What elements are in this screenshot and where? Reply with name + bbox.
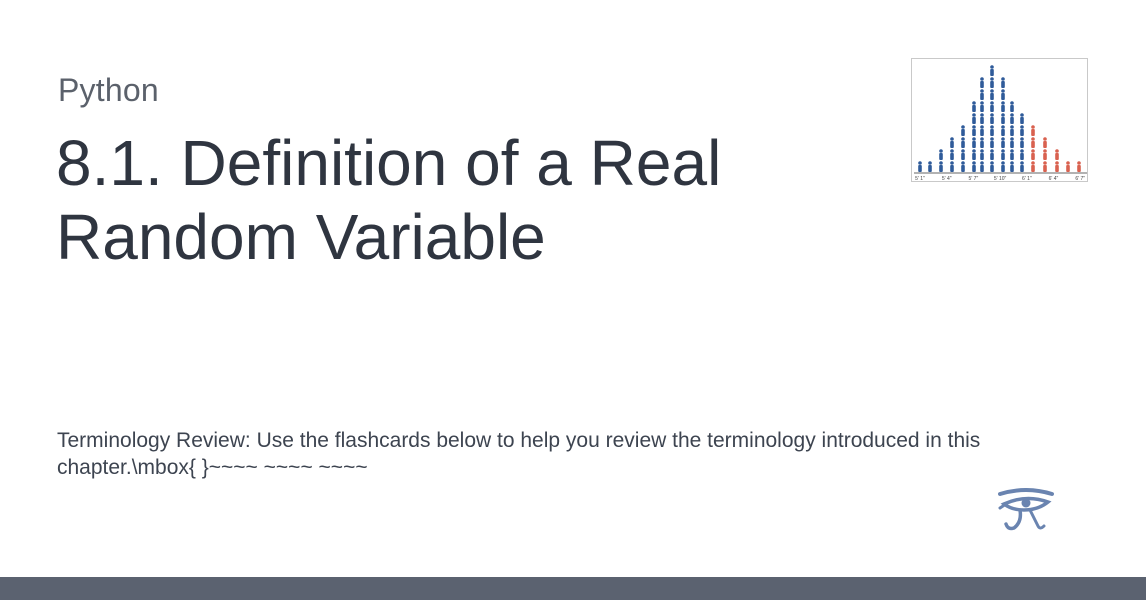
person-figure bbox=[1043, 149, 1047, 160]
person-figure bbox=[980, 89, 984, 100]
height-distribution-logo: 5' 1" 5' 4" 5' 7" 5' 10" 6' 1" 6' 4" 6' 7" bbox=[911, 58, 1088, 182]
person-figure bbox=[1001, 113, 1005, 124]
person-figure bbox=[961, 149, 965, 160]
person-figure bbox=[1001, 89, 1005, 100]
page-description: Terminology Review: Use the flashcards b… bbox=[57, 429, 981, 479]
person-figure bbox=[1010, 137, 1014, 148]
person-figure bbox=[990, 65, 994, 76]
person-figure bbox=[1031, 125, 1035, 136]
person-figure bbox=[980, 137, 984, 148]
person-figure bbox=[1001, 161, 1005, 172]
person-figure bbox=[1020, 149, 1024, 160]
person-figure bbox=[1066, 161, 1070, 172]
person-figure bbox=[1055, 149, 1059, 160]
person-figure bbox=[1001, 101, 1005, 112]
person-figure bbox=[990, 161, 994, 172]
logo-axis-tick: 6' 1" bbox=[1022, 176, 1032, 182]
person-figure bbox=[990, 101, 994, 112]
person-figure bbox=[1010, 113, 1014, 124]
person-figure bbox=[1055, 161, 1059, 172]
person-figure bbox=[980, 77, 984, 88]
eye-of-horus-icon bbox=[998, 488, 1054, 531]
person-figure bbox=[1020, 137, 1024, 148]
person-figure bbox=[939, 161, 943, 172]
person-figure bbox=[980, 161, 984, 172]
person-figure bbox=[990, 77, 994, 88]
person-figure bbox=[980, 125, 984, 136]
logo-axis-tick: 6' 7" bbox=[1075, 176, 1085, 182]
person-figure bbox=[1043, 161, 1047, 172]
person-figure bbox=[961, 137, 965, 148]
person-figure bbox=[1001, 149, 1005, 160]
person-figure bbox=[972, 161, 976, 172]
person-figure bbox=[1043, 137, 1047, 148]
person-figure bbox=[961, 161, 965, 172]
person-figure bbox=[1031, 149, 1035, 160]
people-pyramid-icon: 5' 1" 5' 4" 5' 7" 5' 10" 6' 1" 6' 4" 6' 7" bbox=[914, 65, 1087, 182]
logo-axis-tick: 6' 4" bbox=[1049, 176, 1059, 182]
person-figure bbox=[980, 149, 984, 160]
person-figure bbox=[1020, 113, 1024, 124]
person-figure bbox=[1010, 149, 1014, 160]
person-figure bbox=[1010, 161, 1014, 172]
person-figure bbox=[1020, 161, 1024, 172]
person-figure bbox=[939, 149, 943, 160]
person-figure bbox=[1020, 125, 1024, 136]
person-figure bbox=[1010, 125, 1014, 136]
person-figure bbox=[950, 149, 954, 160]
logo-axis-tick: 5' 1" bbox=[915, 176, 925, 182]
person-figure bbox=[972, 137, 976, 148]
logo-axis-tick: 5' 4" bbox=[942, 176, 952, 182]
person-figure bbox=[950, 161, 954, 172]
page-title: 8.1. Definition of a Real Random Variabl… bbox=[56, 127, 722, 273]
person-figure bbox=[1001, 125, 1005, 136]
person-figure bbox=[961, 125, 965, 136]
person-figure bbox=[972, 125, 976, 136]
person-figure bbox=[990, 125, 994, 136]
person-figure bbox=[990, 149, 994, 160]
footer-bar bbox=[0, 577, 1146, 600]
person-figure bbox=[1001, 77, 1005, 88]
person-figure bbox=[990, 113, 994, 124]
person-figure bbox=[918, 161, 922, 172]
person-figure bbox=[950, 137, 954, 148]
person-figure bbox=[1031, 161, 1035, 172]
site-name: Python bbox=[58, 72, 159, 108]
logo-axis-tick: 5' 10" bbox=[994, 176, 1007, 182]
person-figure bbox=[980, 113, 984, 124]
person-figure bbox=[1010, 101, 1014, 112]
person-figure bbox=[1077, 161, 1081, 172]
person-figure bbox=[990, 137, 994, 148]
person-figure bbox=[980, 101, 984, 112]
logo-axis-tick: 5' 7" bbox=[969, 176, 979, 182]
person-figure bbox=[990, 89, 994, 100]
person-figure bbox=[1001, 137, 1005, 148]
person-figure bbox=[928, 161, 932, 172]
person-figure bbox=[1031, 137, 1035, 148]
person-figure bbox=[972, 113, 976, 124]
person-figure bbox=[972, 149, 976, 160]
person-figure bbox=[972, 101, 976, 112]
